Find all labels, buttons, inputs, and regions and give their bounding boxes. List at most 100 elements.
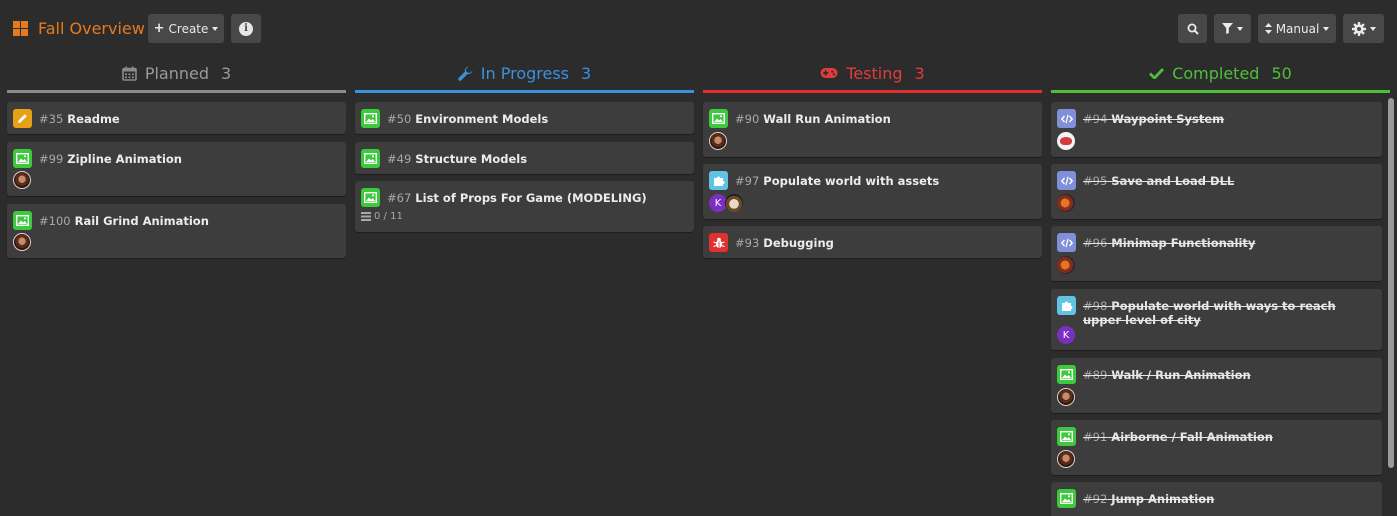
avatar[interactable] [1057,194,1075,212]
card-title: #94 Waypoint System [1083,112,1225,126]
card-title: #35 Readme [39,112,120,126]
filter-icon [1222,23,1233,34]
avatar[interactable] [1057,132,1075,150]
image-icon [1057,365,1076,384]
subtask-progress: 0 / 11 [361,211,403,222]
card-title: #89 Walk / Run Animation [1083,368,1251,382]
info-button[interactable]: i [231,14,261,43]
assignees: K [709,194,743,212]
image-icon [13,211,32,230]
card-91[interactable]: #91 Airborne / Fall Animation [1051,420,1382,475]
card-title: #91 Airborne / Fall Animation [1083,430,1273,444]
gear-icon [1351,21,1366,36]
card-89[interactable]: #89 Walk / Run Animation [1051,358,1382,413]
assignees: K [1057,326,1075,344]
board-title[interactable]: Fall Overview [13,14,145,42]
card-97[interactable]: #97 Populate world with assets K [703,164,1042,219]
card-title: #99 Zipline Animation [39,152,182,166]
avatar[interactable] [1057,450,1075,468]
chevron-down-icon [1323,26,1330,31]
board-grid-icon [13,20,28,36]
avatar[interactable]: K [1057,326,1075,344]
column-count: 50 [1271,63,1292,83]
card-title: #95 Save and Load DLL [1083,174,1235,188]
code-icon [1057,109,1076,128]
avatar[interactable] [1057,388,1075,406]
card-67[interactable]: #67 List of Props For Game (MODELING) 0 … [355,181,694,232]
card-95[interactable]: #95 Save and Load DLL [1051,164,1382,219]
card-98[interactable]: #98 Populate world with ways to reach up… [1051,289,1382,350]
card-96[interactable]: #96 Minimap Functionality [1051,226,1382,281]
chevron-down-icon [1369,26,1376,31]
card-title: #50 Environment Models [387,112,549,126]
avatar[interactable] [1057,256,1075,274]
image-icon [361,188,380,207]
column-header-testing: Testing 3 [703,60,1042,93]
checklist-icon [361,212,371,221]
pencil-icon [13,109,32,128]
card-title: #49 Structure Models [387,152,528,166]
column-title: Testing [846,63,903,83]
column-header-completed: Completed 50 [1051,60,1390,93]
bug-icon [709,233,728,252]
card-92[interactable]: #92 Jump Animation [1051,482,1382,516]
image-icon [1057,489,1076,508]
assignees [1057,194,1075,212]
image-icon [1057,427,1076,446]
column-title: In Progress [480,63,570,83]
column-count: 3 [221,63,232,83]
check-icon [1149,68,1165,79]
column-count: 3 [581,63,592,83]
card-title: #96 Minimap Functionality [1083,236,1256,250]
avatar[interactable] [709,132,727,150]
image-icon [361,149,380,168]
card-title: #67 List of Props For Game (MODELING) [387,191,647,205]
column-header-in-progress: In Progress 3 [355,60,694,93]
column-title: Completed [1172,63,1260,83]
card-99[interactable]: #99 Zipline Animation [7,142,346,196]
search-icon [1187,23,1199,35]
filter-button[interactable] [1214,14,1251,43]
sort-dropdown[interactable]: Manual [1258,14,1336,43]
assignees [1057,132,1075,150]
image-icon [361,109,380,128]
card-49[interactable]: #49 Structure Models [355,142,694,174]
assignees [709,132,727,150]
code-icon [1057,233,1076,252]
card-title: #100 Rail Grind Animation [39,214,209,228]
info-icon: i [239,21,253,36]
column-count: 3 [914,63,925,83]
image-icon [709,109,728,128]
avatar[interactable] [725,194,743,212]
column-header-planned: Planned 3 [7,60,346,93]
assignees [1057,450,1075,468]
card-title: #92 Jump Animation [1083,492,1215,506]
settings-button[interactable] [1343,14,1384,43]
image-icon [13,149,32,168]
chevron-down-icon [1237,26,1243,31]
search-button[interactable] [1178,14,1207,43]
card-90[interactable]: #90 Wall Run Animation [703,102,1042,157]
card-title: #93 Debugging [735,236,834,250]
sort-label: Manual [1275,21,1320,36]
sort-icon [1264,23,1272,34]
create-label: Create [168,21,209,36]
card-50[interactable]: #50 Environment Models [355,102,694,134]
wrench-icon [458,66,473,81]
card-100[interactable]: #100 Rail Grind Animation [7,204,346,258]
gamepad-icon [820,68,838,78]
avatar[interactable] [13,171,31,189]
avatar[interactable] [13,233,31,251]
card-title: #90 Wall Run Animation [735,112,891,126]
card-35[interactable]: #35 Readme [7,102,346,134]
board-title-text: Fall Overview [38,18,145,38]
column-title: Planned [144,63,209,83]
card-93[interactable]: #93 Debugging [703,226,1042,258]
assignees [13,233,31,251]
card-title: #98 Populate world with ways to reach up… [1083,299,1336,327]
card-title: #97 Populate world with assets [735,174,940,188]
subtask-count: 0 / 11 [374,211,403,222]
completed-column-scrollbar[interactable] [1388,98,1394,468]
create-button[interactable]: + Create [148,14,224,43]
card-94[interactable]: #94 Waypoint System [1051,102,1382,157]
